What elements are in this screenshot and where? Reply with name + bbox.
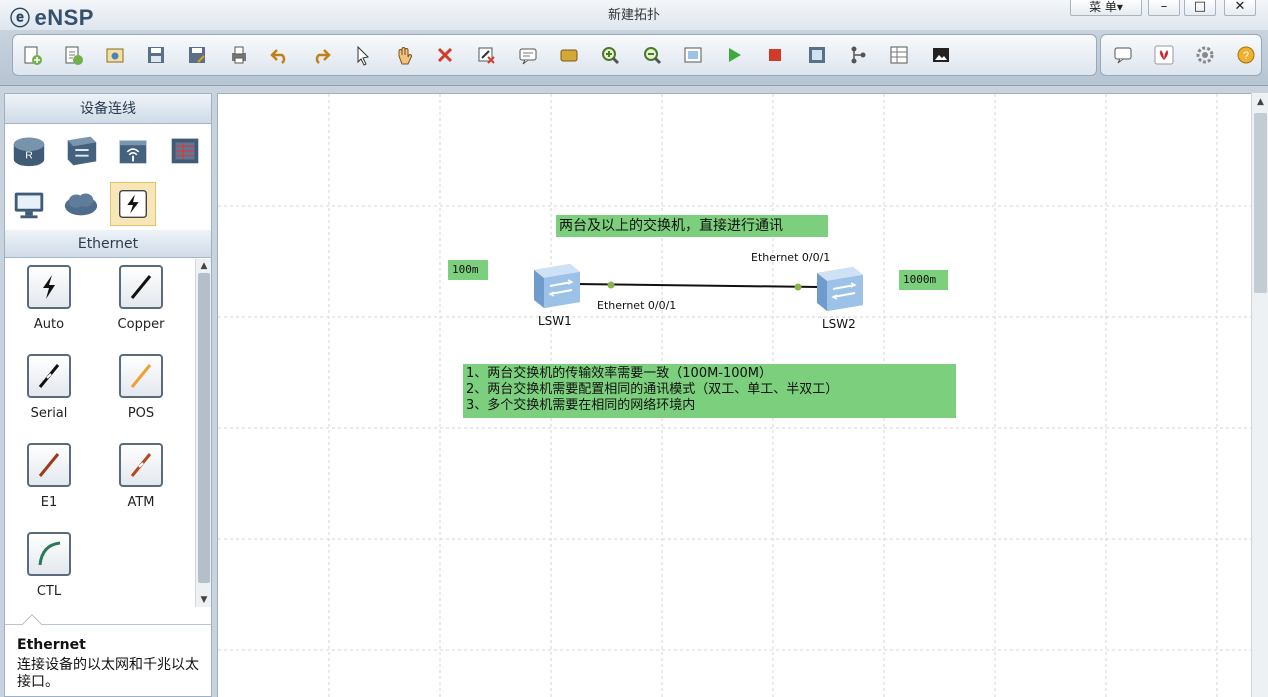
- zoom-in-icon[interactable]: [598, 43, 622, 67]
- redo-icon[interactable]: [309, 43, 333, 67]
- new-topology-icon[interactable]: [20, 43, 44, 67]
- port-label-lsw2: Ethernet 0/0/1: [751, 251, 831, 264]
- router-icon[interactable]: R: [9, 130, 49, 170]
- switch-lsw2-icon: [817, 267, 863, 311]
- port-label-lsw1: Ethernet 0/0/1: [597, 299, 677, 312]
- description-box: Ethernet 连接设备的以太网和千兆以太接口。: [5, 614, 211, 696]
- scroll-up-icon[interactable]: ▲: [1252, 95, 1268, 109]
- port-dot-lsw2: [794, 283, 802, 291]
- cable-pos[interactable]: POS: [101, 354, 181, 421]
- svg-text:?: ?: [1243, 50, 1249, 62]
- cable-ctl[interactable]: CTL: [9, 532, 89, 599]
- description-text: 连接设备的以太网和千兆以太接口。: [17, 657, 199, 690]
- cable-list: Auto Copper Serial POS E1 ATM CTL: [5, 259, 195, 609]
- scrollbar-thumb[interactable]: [198, 273, 210, 583]
- switch-lsw1-icon: [534, 264, 580, 308]
- menu-button[interactable]: 菜 单▾: [1070, 0, 1142, 16]
- requirements-note[interactable]: 1、两台交换机的传输效率需要一致（100M-100M） 2、两台交换机需要配置相…: [463, 364, 956, 418]
- huawei-icon[interactable]: [1152, 43, 1176, 67]
- cable-serial[interactable]: Serial: [9, 354, 89, 421]
- description-title: Ethernet: [17, 637, 86, 653]
- grid-icon[interactable]: [887, 43, 911, 67]
- settings-gear-icon[interactable]: [1193, 43, 1217, 67]
- topology-canvas[interactable]: 两台及以上的交换机，直接进行通讯 100m 1000m Ethernet 0/0…: [217, 93, 1251, 697]
- undo-icon[interactable]: [268, 43, 292, 67]
- device-label-lsw1[interactable]: LSW1: [538, 314, 572, 328]
- help-icon[interactable]: ?: [1234, 43, 1258, 67]
- pos-cable-icon: [119, 354, 163, 398]
- cable-auto[interactable]: Auto: [9, 265, 89, 332]
- serial-cable-icon: [27, 354, 71, 398]
- toolbar: ?: [0, 30, 1268, 86]
- cable-label: POS: [127, 406, 155, 421]
- port-dot-lsw1: [607, 281, 615, 289]
- toolbar-right-group: ?: [1100, 34, 1262, 76]
- cable-label: Serial: [30, 406, 68, 421]
- zoom-out-icon[interactable]: [640, 43, 664, 67]
- print-icon[interactable]: [227, 43, 251, 67]
- speed-note-right[interactable]: 1000m: [899, 270, 948, 290]
- ctl-cable-icon: [27, 532, 71, 576]
- save-as-icon[interactable]: [185, 43, 209, 67]
- requirement-item: 1、两台交换机的传输效率需要一致（100M-100M）: [466, 366, 773, 381]
- cable-label: Auto: [33, 317, 65, 332]
- text-note-icon[interactable]: [516, 43, 540, 67]
- cable-label: E1: [40, 495, 58, 510]
- cable-header: Ethernet: [5, 230, 211, 258]
- cable-atm[interactable]: ATM: [101, 443, 181, 510]
- wireless-icon[interactable]: [113, 130, 153, 170]
- scroll-up-icon[interactable]: ▲: [196, 259, 212, 273]
- cable-list-scrollbar[interactable]: ▲ ▼: [195, 259, 211, 607]
- capture-icon[interactable]: [805, 43, 829, 67]
- tooltip-pointer: [22, 614, 42, 634]
- requirement-item: 2、两台交换机需要配置相同的通讯模式（双工、单工、半双工）: [466, 382, 839, 397]
- switch-icon[interactable]: [61, 130, 101, 170]
- toolbar-main-group: [12, 34, 1097, 76]
- svg-text:R: R: [25, 151, 33, 162]
- title-bar: ⓔ eNSP 新建拓扑 菜 单▾ – □ ✕: [0, 0, 1268, 30]
- cable-e1[interactable]: E1: [9, 443, 89, 510]
- delete-link-icon[interactable]: [474, 43, 498, 67]
- e1-cable-icon: [27, 443, 71, 487]
- start-device-icon[interactable]: [722, 43, 746, 67]
- screenshot-icon[interactable]: [929, 43, 953, 67]
- cloud-icon[interactable]: [61, 184, 101, 224]
- speed-note-left[interactable]: 100m: [448, 260, 488, 280]
- device-panel: 设备连线 R Ethernet Auto Copper Serial POS E…: [4, 93, 212, 697]
- cable-copper[interactable]: Copper: [101, 265, 181, 332]
- cable-label: ATM: [127, 495, 155, 510]
- save-icon[interactable]: [144, 43, 168, 67]
- topology-icon[interactable]: [846, 43, 870, 67]
- delete-icon[interactable]: [433, 43, 457, 67]
- maximize-button[interactable]: □: [1184, 0, 1216, 16]
- pc-icon[interactable]: [9, 184, 49, 224]
- connection-icon[interactable]: [113, 184, 153, 224]
- auto-cable-icon: [27, 265, 71, 309]
- pan-hand-icon[interactable]: [392, 43, 416, 67]
- minimize-button[interactable]: –: [1148, 0, 1180, 16]
- scroll-down-icon[interactable]: ▼: [196, 593, 212, 607]
- cable-label: Copper: [117, 317, 165, 332]
- scrollbar-thumb[interactable]: [1254, 113, 1267, 293]
- new-example-icon[interactable]: [61, 43, 85, 67]
- close-button[interactable]: ✕: [1224, 0, 1256, 16]
- canvas-scrollbar[interactable]: ▲: [1251, 93, 1268, 697]
- devices-header: 设备连线: [5, 94, 211, 124]
- atm-cable-icon: [119, 443, 163, 487]
- requirement-item: 3、多个交换机需要在相同的网络环境内: [466, 398, 696, 413]
- fit-view-icon[interactable]: [681, 43, 705, 67]
- copper-cable-icon: [119, 265, 163, 309]
- cable-label: CTL: [36, 584, 62, 599]
- device-label-lsw2[interactable]: LSW2: [822, 317, 856, 331]
- select-cursor-icon[interactable]: [350, 43, 374, 67]
- open-icon[interactable]: [103, 43, 127, 67]
- rectangle-icon[interactable]: [557, 43, 581, 67]
- stop-device-icon[interactable]: [763, 43, 787, 67]
- firewall-icon[interactable]: [165, 130, 205, 170]
- heading-note[interactable]: 两台及以上的交换机，直接进行通讯: [556, 215, 828, 237]
- chat-icon[interactable]: [1111, 43, 1135, 67]
